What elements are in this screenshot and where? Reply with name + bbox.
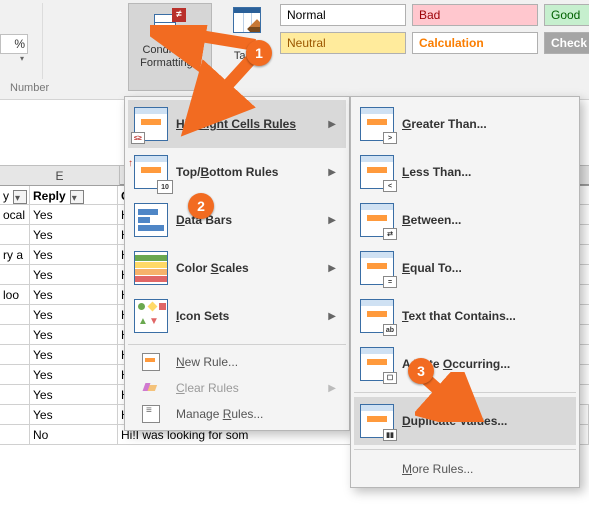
cell[interactable]: No bbox=[30, 425, 118, 445]
number-format-dropdown-icon[interactable]: ▾ bbox=[0, 54, 28, 64]
equal-to-icon: = bbox=[360, 251, 394, 285]
submenu-text-contains[interactable]: ab Text that Contains... bbox=[354, 292, 576, 340]
menu-manage-rules[interactable]: Manage Rules... bbox=[128, 401, 346, 427]
cell[interactable]: Yes bbox=[30, 245, 118, 265]
color-scales-icon bbox=[134, 251, 168, 285]
icon-sets-icon: ▲▼ bbox=[134, 299, 168, 333]
cell[interactable] bbox=[0, 225, 30, 245]
filter-icon[interactable] bbox=[70, 190, 84, 204]
menu-separator bbox=[354, 392, 576, 393]
ribbon-separator bbox=[42, 3, 43, 79]
cell[interactable] bbox=[0, 265, 30, 285]
cell[interactable] bbox=[0, 345, 30, 365]
menu-color-scales[interactable]: Color Scales ▶ bbox=[128, 244, 346, 292]
cell[interactable]: Yes bbox=[30, 365, 118, 385]
submenu-arrow-icon: ▶ bbox=[328, 311, 336, 322]
menu-clear-rules[interactable]: Clear Rules ▶ bbox=[128, 375, 346, 401]
menu-icon-sets[interactable]: ▲▼ Icon Sets ▶ bbox=[128, 292, 346, 340]
style-bad[interactable]: Bad bbox=[412, 4, 538, 26]
cell[interactable]: Yes bbox=[30, 205, 118, 225]
submenu-more-rules[interactable]: More Rules... bbox=[354, 454, 576, 484]
callout-2: 2 bbox=[188, 193, 214, 219]
submenu-arrow-icon: ▶ bbox=[328, 119, 336, 130]
menu-data-bars[interactable]: Data Bars ▶ bbox=[128, 196, 346, 244]
cell[interactable]: Yes bbox=[30, 285, 118, 305]
submenu-date-occurring[interactable]: ☐ A Date Occurring... bbox=[354, 340, 576, 388]
ribbon-group-number: Number bbox=[10, 82, 49, 94]
date-occurring-icon: ☐ bbox=[360, 347, 394, 381]
submenu-duplicate-values[interactable]: ▮▮ Duplicate Values... bbox=[354, 397, 576, 445]
style-check-cell[interactable]: Check bbox=[544, 32, 589, 54]
dropdown-icon: ▾ bbox=[196, 59, 200, 68]
cell[interactable]: Yes bbox=[30, 405, 118, 425]
format-as-table-icon bbox=[233, 7, 261, 33]
conditional-formatting-button[interactable]: ≠ ConditionalFormatting ▾ bbox=[128, 3, 212, 91]
manage-rules-icon bbox=[142, 405, 160, 423]
cell[interactable]: Yes bbox=[30, 385, 118, 405]
submenu-between[interactable]: ⇄ Between... bbox=[354, 196, 576, 244]
style-normal[interactable]: Normal bbox=[280, 4, 406, 26]
top-bottom-icon: ↑10 bbox=[134, 155, 168, 189]
cell[interactable]: Yes bbox=[30, 225, 118, 245]
menu-label: Highlight Cells Rules bbox=[176, 117, 296, 131]
filter-cell-prev[interactable]: y bbox=[0, 186, 30, 206]
number-format-box[interactable]: % bbox=[0, 34, 28, 54]
cell[interactable]: Yes bbox=[30, 325, 118, 345]
cell[interactable]: Yes bbox=[30, 305, 118, 325]
submenu-greater-than[interactable]: > Greater Than... bbox=[354, 100, 576, 148]
conditional-formatting-label: Conditional bbox=[142, 44, 197, 56]
submenu-arrow-icon: ▶ bbox=[328, 167, 336, 178]
submenu-arrow-icon: ▶ bbox=[328, 215, 336, 226]
cell[interactable]: Yes bbox=[30, 345, 118, 365]
submenu-less-than[interactable]: < Less Than... bbox=[354, 148, 576, 196]
submenu-arrow-icon: ▶ bbox=[328, 263, 336, 274]
new-rule-icon bbox=[142, 353, 160, 371]
highlight-cells-submenu: > Greater Than... < Less Than... ⇄ Betwe… bbox=[350, 96, 580, 488]
duplicate-values-icon: ▮▮ bbox=[360, 404, 394, 438]
filter-icon[interactable] bbox=[13, 190, 27, 204]
cell[interactable]: Yes bbox=[30, 265, 118, 285]
callout-3: 3 bbox=[408, 358, 434, 384]
ribbon: % ▾ Number ≠ ConditionalFormatting ▾ FoT… bbox=[0, 0, 589, 100]
conditional-formatting-menu: ≤≥ Highlight Cells Rules ▶ ↑10 Top/Botto… bbox=[124, 96, 350, 431]
cell[interactable]: ry a bbox=[0, 245, 30, 265]
data-bars-icon bbox=[134, 203, 168, 237]
less-than-icon: < bbox=[360, 155, 394, 189]
clear-rules-icon bbox=[142, 379, 160, 397]
cell[interactable] bbox=[0, 325, 30, 345]
cell[interactable]: ocal bbox=[0, 205, 30, 225]
cell[interactable] bbox=[0, 305, 30, 325]
conditional-formatting-icon: ≠ bbox=[154, 8, 186, 40]
header-reply[interactable]: Reply bbox=[30, 186, 118, 206]
menu-separator bbox=[354, 449, 576, 450]
style-neutral[interactable]: Neutral bbox=[280, 32, 406, 54]
submenu-equal-to[interactable]: = Equal To... bbox=[354, 244, 576, 292]
highlight-cells-icon: ≤≥ bbox=[134, 107, 168, 141]
cell[interactable]: loo bbox=[0, 285, 30, 305]
menu-highlight-cells-rules[interactable]: ≤≥ Highlight Cells Rules ▶ bbox=[128, 100, 346, 148]
between-icon: ⇄ bbox=[360, 203, 394, 237]
cell[interactable] bbox=[0, 385, 30, 405]
callout-1: 1 bbox=[246, 40, 272, 66]
style-calculation[interactable]: Calculation bbox=[412, 32, 538, 54]
menu-top-bottom-rules[interactable]: ↑10 Top/Bottom Rules ▶ bbox=[128, 148, 346, 196]
menu-new-rule[interactable]: New Rule... bbox=[128, 349, 346, 375]
cell[interactable] bbox=[0, 365, 30, 385]
text-contains-icon: ab bbox=[360, 299, 394, 333]
style-good[interactable]: Good bbox=[544, 4, 589, 26]
greater-than-icon: > bbox=[360, 107, 394, 141]
menu-separator bbox=[128, 344, 346, 345]
cell[interactable] bbox=[0, 405, 30, 425]
submenu-arrow-icon: ▶ bbox=[328, 383, 336, 394]
cell[interactable] bbox=[0, 425, 30, 445]
column-header-e[interactable]: E bbox=[0, 166, 120, 186]
